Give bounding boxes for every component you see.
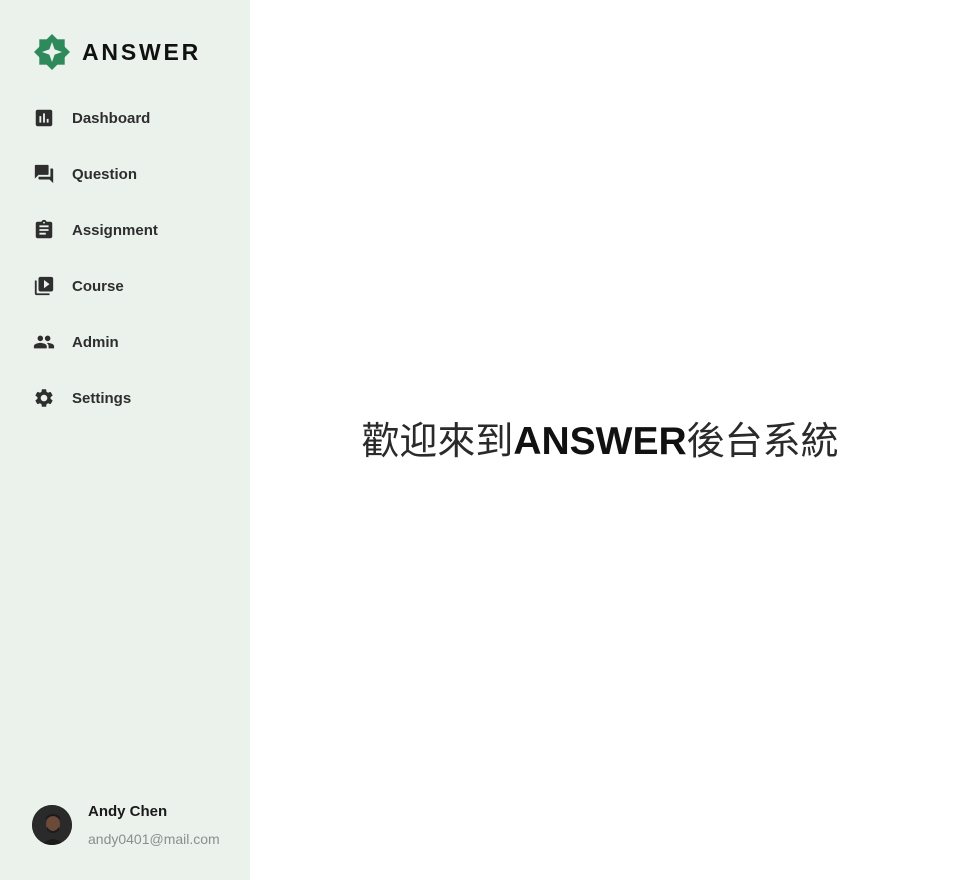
user-info: Andy Chen andy0401@mail.com (88, 803, 220, 848)
answer-logo-icon (34, 34, 70, 70)
sidebar-item-assignment[interactable]: Assignment (0, 202, 250, 258)
user-email: andy0401@mail.com (88, 831, 220, 847)
welcome-heading: 歡迎來到ANSWER後台系統 (250, 418, 950, 465)
user-avatar[interactable] (32, 805, 72, 845)
sidebar-item-admin[interactable]: Admin (0, 314, 250, 370)
user-name: Andy Chen (88, 803, 168, 820)
welcome-suffix: 後台系統 (686, 419, 839, 463)
welcome-prefix: 歡迎來到 (361, 419, 514, 463)
sidebar-item-label: Dashboard (72, 109, 151, 127)
sidebar-item-label: Settings (72, 389, 132, 407)
gear-icon (33, 387, 55, 409)
sidebar-item-question[interactable]: Question (0, 146, 250, 202)
sidebar-item-label: Assignment (72, 221, 158, 239)
logo[interactable]: ANSWER (34, 34, 201, 70)
bar-chart-icon (33, 107, 55, 129)
logo-text: ANSWER (82, 38, 202, 65)
sidebar-item-label: Question (72, 165, 138, 183)
video-library-icon (33, 275, 55, 297)
sidebar-nav: Dashboard Question Assignment Course Adm… (0, 90, 250, 426)
sidebar-item-settings[interactable]: Settings (0, 370, 250, 426)
main-content: 歡迎來到ANSWER後台系統 (250, 0, 966, 880)
forum-icon (33, 163, 55, 185)
sidebar-item-course[interactable]: Course (0, 258, 250, 314)
sidebar-item-dashboard[interactable]: Dashboard (0, 90, 250, 146)
sidebar-item-label: Admin (72, 333, 119, 351)
clipboard-icon (33, 219, 55, 241)
sidebar: ANSWER Dashboard Question Assignment Cou… (0, 0, 250, 880)
sidebar-item-label: Course (72, 277, 124, 295)
user-profile[interactable]: Andy Chen andy0401@mail.com (32, 804, 220, 847)
people-icon (33, 331, 55, 353)
welcome-brand: ANSWER (513, 420, 687, 463)
